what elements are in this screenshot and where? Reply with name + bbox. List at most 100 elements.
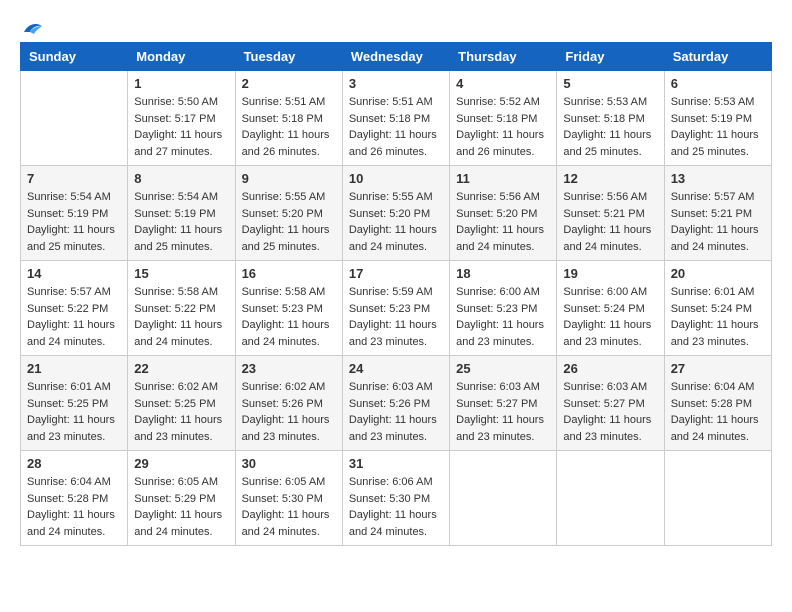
column-header-sunday: Sunday (21, 43, 128, 71)
calendar-cell: 28Sunrise: 6:04 AMSunset: 5:28 PMDayligh… (21, 451, 128, 546)
day-number: 2 (242, 76, 336, 91)
day-info: Sunrise: 5:51 AMSunset: 5:18 PMDaylight:… (242, 94, 336, 160)
calendar-cell: 29 Sunrise: 6:05 AMSunset: 5:29 PMDayligh… (128, 451, 235, 546)
calendar-week-row: 28Sunrise: 6:04 AMSunset: 5:28 PMDayligh… (21, 451, 772, 546)
calendar-cell: 10 Sunrise: 5:55 AMSunset: 5:20 PMDayligh… (342, 166, 449, 261)
day-number: 14 (27, 266, 121, 281)
day-number: 30 (242, 456, 336, 471)
day-info: Sunrise: 6:05 AMSunset: 5:29 PMDaylight:… (134, 474, 228, 540)
calendar-cell (664, 451, 771, 546)
calendar-week-row: 1 Sunrise: 5:50 AMSunset: 5:17 PMDaylight… (21, 71, 772, 166)
day-info: Sunrise: 6:03 AMSunset: 5:26 PMDaylight:… (349, 379, 443, 445)
calendar-cell: 14 Sunrise: 5:57 AMSunset: 5:22 PMDayligh… (21, 261, 128, 356)
day-info: Sunrise: 5:54 AMSunset: 5:19 PMDaylight:… (27, 189, 121, 255)
column-header-tuesday: Tuesday (235, 43, 342, 71)
day-info: Sunrise: 5:53 AMSunset: 5:18 PMDaylight:… (563, 94, 657, 160)
day-number: 17 (349, 266, 443, 281)
day-info: Sunrise: 5:58 AMSunset: 5:22 PMDaylight:… (134, 284, 228, 350)
day-number: 6 (671, 76, 765, 91)
day-info: Sunrise: 5:52 AMSunset: 5:18 PMDaylight:… (456, 94, 550, 160)
calendar-cell: 8Sunrise: 5:54 AMSunset: 5:19 PMDaylight… (128, 166, 235, 261)
day-info: Sunrise: 6:06 AMSunset: 5:30 PMDaylight:… (349, 474, 443, 540)
day-info: Sunrise: 6:02 AMSunset: 5:25 PMDaylight:… (134, 379, 228, 445)
calendar-cell: 19 Sunrise: 6:00 AMSunset: 5:24 PMDayligh… (557, 261, 664, 356)
day-info: Sunrise: 6:04 AMSunset: 5:28 PMDaylight:… (671, 379, 765, 445)
calendar-cell: 27 Sunrise: 6:04 AMSunset: 5:28 PMDayligh… (664, 356, 771, 451)
day-number: 25 (456, 361, 550, 376)
day-number: 19 (563, 266, 657, 281)
day-number: 27 (671, 361, 765, 376)
day-number: 18 (456, 266, 550, 281)
calendar-cell: 2 Sunrise: 5:51 AMSunset: 5:18 PMDaylight… (235, 71, 342, 166)
calendar-cell: 1 Sunrise: 5:50 AMSunset: 5:17 PMDaylight… (128, 71, 235, 166)
day-number: 12 (563, 171, 657, 186)
day-number: 22 (134, 361, 228, 376)
calendar-table: SundayMondayTuesdayWednesdayThursdayFrid… (20, 42, 772, 546)
day-info: Sunrise: 5:53 AMSunset: 5:19 PMDaylight:… (671, 94, 765, 160)
calendar-cell: 13Sunrise: 5:57 AMSunset: 5:21 PMDayligh… (664, 166, 771, 261)
day-number: 4 (456, 76, 550, 91)
day-info: Sunrise: 5:57 AMSunset: 5:21 PMDaylight:… (671, 189, 765, 255)
day-info: Sunrise: 6:00 AMSunset: 5:23 PMDaylight:… (456, 284, 550, 350)
day-number: 10 (349, 171, 443, 186)
day-number: 7 (27, 171, 121, 186)
column-header-friday: Friday (557, 43, 664, 71)
day-number: 21 (27, 361, 121, 376)
calendar-week-row: 7 Sunrise: 5:54 AMSunset: 5:19 PMDaylight… (21, 166, 772, 261)
calendar-cell: 26Sunrise: 6:03 AMSunset: 5:27 PMDayligh… (557, 356, 664, 451)
day-number: 23 (242, 361, 336, 376)
day-info: Sunrise: 5:55 AMSunset: 5:20 PMDaylight:… (349, 189, 443, 255)
day-number: 29 (134, 456, 228, 471)
calendar-cell: 25 Sunrise: 6:03 AMSunset: 5:27 PMDayligh… (450, 356, 557, 451)
day-number: 3 (349, 76, 443, 91)
day-number: 28 (27, 456, 121, 471)
day-info: Sunrise: 5:56 AMSunset: 5:20 PMDaylight:… (456, 189, 550, 255)
calendar-cell: 16 Sunrise: 5:58 AMSunset: 5:23 PMDayligh… (235, 261, 342, 356)
calendar-cell: 11 Sunrise: 5:56 AMSunset: 5:20 PMDayligh… (450, 166, 557, 261)
calendar-cell (450, 451, 557, 546)
column-header-thursday: Thursday (450, 43, 557, 71)
column-header-wednesday: Wednesday (342, 43, 449, 71)
page-header (20, 20, 772, 32)
day-info: Sunrise: 5:51 AMSunset: 5:18 PMDaylight:… (349, 94, 443, 160)
day-number: 11 (456, 171, 550, 186)
calendar-cell: 6 Sunrise: 5:53 AMSunset: 5:19 PMDaylight… (664, 71, 771, 166)
calendar-cell: 21 Sunrise: 6:01 AMSunset: 5:25 PMDayligh… (21, 356, 128, 451)
calendar-cell: 30 Sunrise: 6:05 AMSunset: 5:30 PMDayligh… (235, 451, 342, 546)
calendar-cell: 7 Sunrise: 5:54 AMSunset: 5:19 PMDaylight… (21, 166, 128, 261)
day-info: Sunrise: 5:57 AMSunset: 5:22 PMDaylight:… (27, 284, 121, 350)
day-number: 5 (563, 76, 657, 91)
day-info: Sunrise: 6:02 AMSunset: 5:26 PMDaylight:… (242, 379, 336, 445)
calendar-cell (21, 71, 128, 166)
day-info: Sunrise: 6:00 AMSunset: 5:24 PMDaylight:… (563, 284, 657, 350)
calendar-cell: 4 Sunrise: 5:52 AMSunset: 5:18 PMDaylight… (450, 71, 557, 166)
day-number: 24 (349, 361, 443, 376)
calendar-week-row: 21 Sunrise: 6:01 AMSunset: 5:25 PMDayligh… (21, 356, 772, 451)
day-number: 15 (134, 266, 228, 281)
day-info: Sunrise: 6:03 AMSunset: 5:27 PMDaylight:… (456, 379, 550, 445)
day-info: Sunrise: 5:54 AMSunset: 5:19 PMDaylight:… (134, 189, 228, 255)
column-header-saturday: Saturday (664, 43, 771, 71)
day-number: 9 (242, 171, 336, 186)
calendar-cell: 5 Sunrise: 5:53 AMSunset: 5:18 PMDaylight… (557, 71, 664, 166)
calendar-cell: 23 Sunrise: 6:02 AMSunset: 5:26 PMDayligh… (235, 356, 342, 451)
calendar-cell: 18 Sunrise: 6:00 AMSunset: 5:23 PMDayligh… (450, 261, 557, 356)
day-info: Sunrise: 5:59 AMSunset: 5:23 PMDaylight:… (349, 284, 443, 350)
calendar-cell: 31Sunrise: 6:06 AMSunset: 5:30 PMDayligh… (342, 451, 449, 546)
day-number: 1 (134, 76, 228, 91)
day-info: Sunrise: 6:01 AMSunset: 5:25 PMDaylight:… (27, 379, 121, 445)
day-number: 16 (242, 266, 336, 281)
day-info: Sunrise: 6:05 AMSunset: 5:30 PMDaylight:… (242, 474, 336, 540)
day-info: Sunrise: 5:50 AMSunset: 5:17 PMDaylight:… (134, 94, 228, 160)
calendar-cell: 3 Sunrise: 5:51 AMSunset: 5:18 PMDaylight… (342, 71, 449, 166)
calendar-cell: 24 Sunrise: 6:03 AMSunset: 5:26 PMDayligh… (342, 356, 449, 451)
column-header-monday: Monday (128, 43, 235, 71)
day-number: 26 (563, 361, 657, 376)
logo (20, 20, 44, 32)
logo-bird-icon (22, 20, 44, 36)
calendar-cell: 20Sunrise: 6:01 AMSunset: 5:24 PMDayligh… (664, 261, 771, 356)
calendar-cell: 9Sunrise: 5:55 AMSunset: 5:20 PMDaylight… (235, 166, 342, 261)
calendar-cell: 12Sunrise: 5:56 AMSunset: 5:21 PMDayligh… (557, 166, 664, 261)
day-info: Sunrise: 5:58 AMSunset: 5:23 PMDaylight:… (242, 284, 336, 350)
day-number: 20 (671, 266, 765, 281)
